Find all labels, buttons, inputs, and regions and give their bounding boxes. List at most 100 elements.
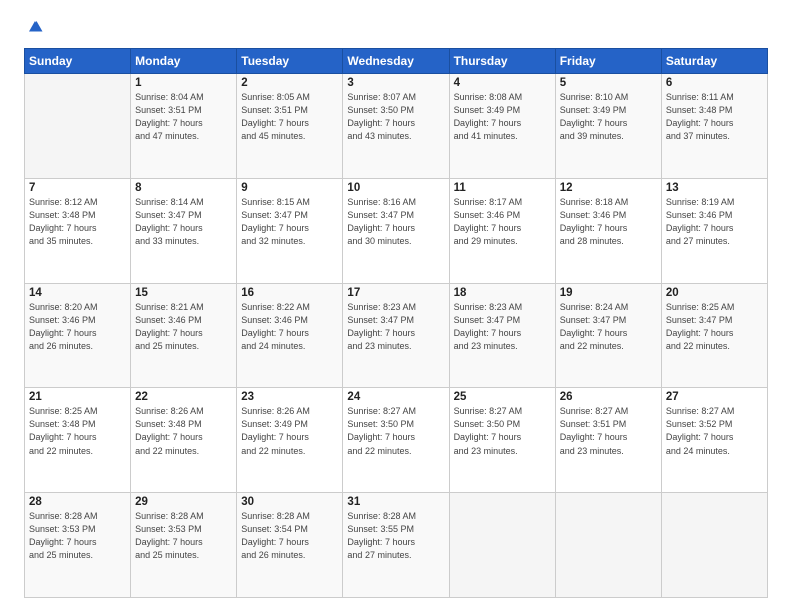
calendar-cell (661, 493, 767, 598)
calendar-cell: 31 Sunrise: 8:28 AMSunset: 3:55 PMDayligh… (343, 493, 449, 598)
day-number: 3 (347, 77, 444, 89)
day-number: 8 (135, 182, 232, 194)
calendar-cell: 6 Sunrise: 8:11 AMSunset: 3:48 PMDaylight… (661, 74, 767, 179)
cell-info: Sunrise: 8:27 AMSunset: 3:50 PMDaylight:… (347, 405, 444, 457)
day-number: 22 (135, 391, 232, 403)
cell-info: Sunrise: 8:19 AMSunset: 3:46 PMDaylight:… (666, 196, 763, 248)
cell-info: Sunrise: 8:07 AMSunset: 3:50 PMDaylight:… (347, 91, 444, 143)
cell-info: Sunrise: 8:11 AMSunset: 3:48 PMDaylight:… (666, 91, 763, 143)
day-number: 19 (560, 287, 657, 299)
calendar-cell: 19 Sunrise: 8:24 AMSunset: 3:47 PMDayligh… (555, 283, 661, 388)
day-number: 16 (241, 287, 338, 299)
calendar-cell: 15Sunrise: 8:21 AMSunset: 3:46 PMDayligh… (131, 283, 237, 388)
calendar-week-row: 14 Sunrise: 8:20 AMSunset: 3:46 PMDayligh… (25, 283, 768, 388)
calendar-week-row: 21 Sunrise: 8:25 AMSunset: 3:48 PMDayligh… (25, 388, 768, 493)
calendar-cell: 1Sunrise: 8:04 AMSunset: 3:51 PMDaylight… (131, 74, 237, 179)
calendar-cell: 23 Sunrise: 8:26 AMSunset: 3:49 PMDayligh… (237, 388, 343, 493)
day-number: 27 (666, 391, 763, 403)
calendar-cell: 20 Sunrise: 8:25 AMSunset: 3:47 PMDayligh… (661, 283, 767, 388)
calendar-cell: 2 Sunrise: 8:05 AMSunset: 3:51 PMDaylight… (237, 74, 343, 179)
calendar-cell: 25 Sunrise: 8:27 AMSunset: 3:50 PMDayligh… (449, 388, 555, 493)
calendar-cell: 17Sunrise: 8:23 AMSunset: 3:47 PMDayligh… (343, 283, 449, 388)
calendar-cell: 30Sunrise: 8:28 AMSunset: 3:54 PMDayligh… (237, 493, 343, 598)
logo-icon (26, 18, 44, 36)
calendar-cell: 11Sunrise: 8:17 AMSunset: 3:46 PMDayligh… (449, 178, 555, 283)
day-number: 23 (241, 391, 338, 403)
cell-info: Sunrise: 8:28 AMSunset: 3:55 PMDaylight:… (347, 510, 444, 562)
calendar-cell: 26Sunrise: 8:27 AMSunset: 3:51 PMDayligh… (555, 388, 661, 493)
calendar-cell: 5 Sunrise: 8:10 AMSunset: 3:49 PMDaylight… (555, 74, 661, 179)
cell-info: Sunrise: 8:25 AMSunset: 3:48 PMDaylight:… (29, 405, 126, 457)
cell-info: Sunrise: 8:23 AMSunset: 3:47 PMDaylight:… (347, 301, 444, 353)
day-number: 11 (454, 182, 551, 194)
cell-info: Sunrise: 8:26 AMSunset: 3:48 PMDaylight:… (135, 405, 232, 457)
cell-info: Sunrise: 8:20 AMSunset: 3:46 PMDaylight:… (29, 301, 126, 353)
calendar-cell: 21 Sunrise: 8:25 AMSunset: 3:48 PMDayligh… (25, 388, 131, 493)
day-number: 10 (347, 182, 444, 194)
day-number: 24 (347, 391, 444, 403)
calendar-header-row: SundayMondayTuesdayWednesdayThursdayFrid… (25, 49, 768, 74)
day-number: 21 (29, 391, 126, 403)
calendar-cell: 28 Sunrise: 8:28 AMSunset: 3:53 PMDayligh… (25, 493, 131, 598)
calendar-header-friday: Friday (555, 49, 661, 74)
day-number: 5 (560, 77, 657, 89)
calendar-table: SundayMondayTuesdayWednesdayThursdayFrid… (24, 48, 768, 598)
cell-info: Sunrise: 8:15 AMSunset: 3:47 PMDaylight:… (241, 196, 338, 248)
cell-info: Sunrise: 8:28 AMSunset: 3:53 PMDaylight:… (29, 510, 126, 562)
calendar-cell: 10Sunrise: 8:16 AMSunset: 3:47 PMDayligh… (343, 178, 449, 283)
calendar-cell (25, 74, 131, 179)
day-number: 18 (454, 287, 551, 299)
calendar-cell: 18 Sunrise: 8:23 AMSunset: 3:47 PMDayligh… (449, 283, 555, 388)
cell-info: Sunrise: 8:05 AMSunset: 3:51 PMDaylight:… (241, 91, 338, 143)
calendar-header-monday: Monday (131, 49, 237, 74)
day-number: 28 (29, 496, 126, 508)
cell-info: Sunrise: 8:28 AMSunset: 3:53 PMDaylight:… (135, 510, 232, 562)
cell-info: Sunrise: 8:25 AMSunset: 3:47 PMDaylight:… (666, 301, 763, 353)
calendar-header-wednesday: Wednesday (343, 49, 449, 74)
calendar-cell: 8 Sunrise: 8:14 AMSunset: 3:47 PMDaylight… (131, 178, 237, 283)
day-number: 7 (29, 182, 126, 194)
calendar-cell: 12 Sunrise: 8:18 AMSunset: 3:46 PMDayligh… (555, 178, 661, 283)
cell-info: Sunrise: 8:14 AMSunset: 3:47 PMDaylight:… (135, 196, 232, 248)
day-number: 26 (560, 391, 657, 403)
calendar-week-row: 1Sunrise: 8:04 AMSunset: 3:51 PMDaylight… (25, 74, 768, 179)
calendar-cell: 16 Sunrise: 8:22 AMSunset: 3:46 PMDayligh… (237, 283, 343, 388)
calendar-cell: 27 Sunrise: 8:27 AMSunset: 3:52 PMDayligh… (661, 388, 767, 493)
day-number: 14 (29, 287, 126, 299)
calendar-cell: 13 Sunrise: 8:19 AMSunset: 3:46 PMDayligh… (661, 178, 767, 283)
day-number: 20 (666, 287, 763, 299)
cell-info: Sunrise: 8:21 AMSunset: 3:46 PMDaylight:… (135, 301, 232, 353)
cell-info: Sunrise: 8:27 AMSunset: 3:50 PMDaylight:… (454, 405, 551, 457)
logo (24, 18, 44, 38)
calendar-header-saturday: Saturday (661, 49, 767, 74)
cell-info: Sunrise: 8:26 AMSunset: 3:49 PMDaylight:… (241, 405, 338, 457)
cell-info: Sunrise: 8:18 AMSunset: 3:46 PMDaylight:… (560, 196, 657, 248)
calendar-header-thursday: Thursday (449, 49, 555, 74)
day-number: 25 (454, 391, 551, 403)
day-number: 13 (666, 182, 763, 194)
day-number: 2 (241, 77, 338, 89)
day-number: 29 (135, 496, 232, 508)
calendar-cell: 22 Sunrise: 8:26 AMSunset: 3:48 PMDayligh… (131, 388, 237, 493)
calendar-cell: 4Sunrise: 8:08 AMSunset: 3:49 PMDaylight… (449, 74, 555, 179)
calendar-cell: 24 Sunrise: 8:27 AMSunset: 3:50 PMDayligh… (343, 388, 449, 493)
day-number: 30 (241, 496, 338, 508)
calendar-cell: 14 Sunrise: 8:20 AMSunset: 3:46 PMDayligh… (25, 283, 131, 388)
header (24, 18, 768, 38)
calendar-header-tuesday: Tuesday (237, 49, 343, 74)
calendar-header-sunday: Sunday (25, 49, 131, 74)
cell-info: Sunrise: 8:23 AMSunset: 3:47 PMDaylight:… (454, 301, 551, 353)
day-number: 9 (241, 182, 338, 194)
day-number: 6 (666, 77, 763, 89)
day-number: 12 (560, 182, 657, 194)
cell-info: Sunrise: 8:10 AMSunset: 3:49 PMDaylight:… (560, 91, 657, 143)
cell-info: Sunrise: 8:12 AMSunset: 3:48 PMDaylight:… (29, 196, 126, 248)
cell-info: Sunrise: 8:27 AMSunset: 3:52 PMDaylight:… (666, 405, 763, 457)
calendar-week-row: 28 Sunrise: 8:28 AMSunset: 3:53 PMDayligh… (25, 493, 768, 598)
cell-info: Sunrise: 8:24 AMSunset: 3:47 PMDaylight:… (560, 301, 657, 353)
cell-info: Sunrise: 8:22 AMSunset: 3:46 PMDaylight:… (241, 301, 338, 353)
day-number: 31 (347, 496, 444, 508)
day-number: 4 (454, 77, 551, 89)
calendar-cell: 29 Sunrise: 8:28 AMSunset: 3:53 PMDayligh… (131, 493, 237, 598)
calendar-cell: 3 Sunrise: 8:07 AMSunset: 3:50 PMDaylight… (343, 74, 449, 179)
